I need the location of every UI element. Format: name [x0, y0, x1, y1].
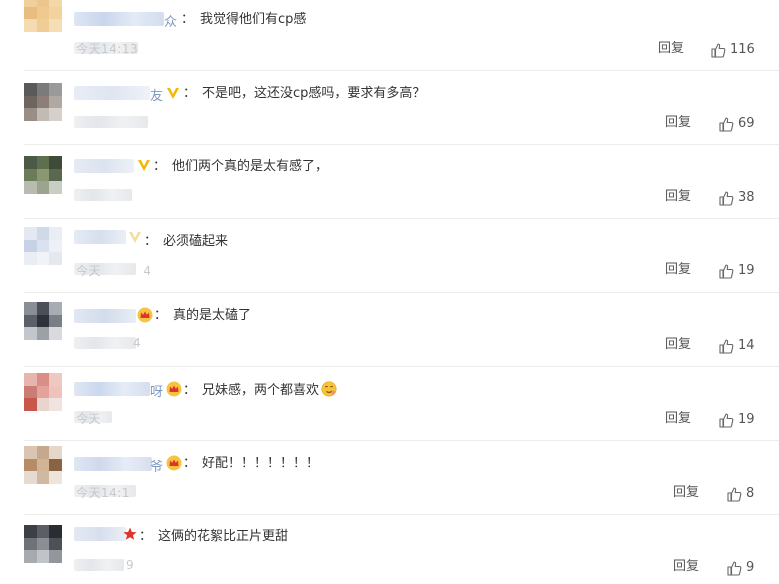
reply-button[interactable]: 回复	[665, 114, 691, 132]
comment-text: ：兄妹感，两个都喜欢	[183, 381, 337, 400]
thumbs-up-icon	[719, 339, 734, 354]
like-button[interactable]: 19	[718, 411, 755, 429]
timestamp-blurred	[74, 337, 136, 349]
like-count: 8	[746, 486, 755, 501]
like-button[interactable]: 69	[718, 115, 755, 133]
comment-item: ：真的是太磕了 4 回复 14	[0, 293, 779, 366]
reply-button[interactable]: 回复	[673, 558, 699, 576]
reply-button[interactable]: 回复	[665, 261, 691, 279]
like-button[interactable]: 116	[710, 41, 755, 59]
username-fragment[interactable]: 友	[150, 85, 163, 104]
username-fragment[interactable]: 呀	[150, 381, 163, 400]
username-blurred[interactable]	[74, 12, 164, 26]
vip-v-badge-icon	[138, 160, 150, 171]
avatar[interactable]	[24, 446, 62, 484]
reply-button[interactable]: 回复	[673, 484, 699, 502]
comment-text: ：不是吧，这还没cp感吗，要求有多高？	[183, 86, 426, 101]
timestamp-blurred	[74, 116, 148, 128]
timestamp-blurred	[74, 189, 132, 201]
reply-button[interactable]: 回复	[665, 188, 691, 206]
username-blurred[interactable]	[74, 457, 152, 471]
crown-badge-icon	[166, 455, 182, 471]
vip-v-badge-icon	[167, 88, 179, 99]
comment-text: ：必须磕起来	[144, 234, 229, 249]
comment-text: ：我觉得他们有cp感	[181, 12, 307, 27]
username-blurred[interactable]	[74, 230, 126, 244]
username-blurred[interactable]	[74, 527, 126, 541]
comment-text: ：真的是太磕了	[154, 308, 252, 323]
timestamp-fragment: 今天 4	[76, 264, 152, 278]
like-count: 38	[738, 190, 755, 205]
comment-text: ：他们两个真的是太有感了，	[153, 159, 329, 174]
username-blurred[interactable]	[74, 86, 150, 100]
comment-item: 众 ：我觉得他们有cp感 今天14:13 回复 116	[0, 0, 779, 70]
like-count: 69	[738, 116, 755, 131]
like-count: 116	[730, 42, 755, 57]
like-count: 14	[738, 338, 755, 353]
comment-text: ：好配！！！！！！！	[183, 456, 320, 471]
reply-button[interactable]: 回复	[665, 336, 691, 354]
smirk-emoji-icon	[321, 381, 337, 397]
avatar[interactable]	[24, 156, 62, 194]
comment-item: 友 ：不是吧，这还没cp感吗，要求有多高？ 回复 69	[0, 71, 779, 144]
thumbs-up-icon	[711, 43, 726, 58]
timestamp-fragment: 9	[126, 558, 135, 572]
avatar[interactable]	[24, 83, 62, 121]
vip-v-badge-icon	[129, 232, 141, 243]
timestamp-blurred	[74, 559, 124, 571]
timestamp-fragment: 4	[133, 336, 142, 350]
like-button[interactable]: 38	[718, 189, 755, 207]
like-button[interactable]: 14	[718, 337, 755, 355]
username-blurred[interactable]	[74, 159, 134, 173]
thumbs-up-icon	[727, 561, 742, 576]
thumbs-up-icon	[727, 487, 742, 502]
comment-item: 爷 ：好配！！！！！！！ 今天14:1 回复 8	[0, 441, 779, 514]
comment-text: ：这俩的花絮比正片更甜	[139, 529, 289, 544]
avatar[interactable]	[24, 227, 62, 265]
username-fragment[interactable]: 众	[164, 11, 177, 30]
timestamp-fragment: 今天14:13	[76, 42, 139, 56]
star-badge-icon	[123, 527, 137, 540]
username-blurred[interactable]	[74, 382, 150, 396]
comment-item: ：他们两个真的是太有感了， 回复 38	[0, 145, 779, 218]
username-blurred[interactable]	[74, 309, 136, 323]
crown-badge-icon	[166, 381, 182, 397]
comment-item: ：必须磕起来 今天 4 回复 19	[0, 219, 779, 292]
thumbs-up-icon	[719, 413, 734, 428]
like-count: 9	[746, 560, 755, 575]
reply-button[interactable]: 回复	[665, 410, 691, 428]
avatar[interactable]	[24, 0, 62, 32]
avatar[interactable]	[24, 302, 62, 340]
thumbs-up-icon	[719, 117, 734, 132]
timestamp-fragment: 今天	[76, 412, 102, 426]
like-count: 19	[738, 412, 755, 427]
comment-item: ：这俩的花絮比正片更甜 9 回复 9	[0, 515, 779, 584]
crown-badge-icon	[137, 307, 153, 323]
like-button[interactable]: 19	[718, 262, 755, 280]
like-button[interactable]: 8	[726, 485, 754, 503]
like-count: 19	[738, 263, 755, 278]
like-button[interactable]: 9	[726, 559, 754, 577]
thumbs-up-icon	[719, 191, 734, 206]
reply-button[interactable]: 回复	[658, 40, 684, 58]
avatar[interactable]	[24, 525, 62, 563]
thumbs-up-icon	[719, 264, 734, 279]
comment-list: 众 ：我觉得他们有cp感 今天14:13 回复 116 友 ：不是吧，这还没cp…	[0, 0, 779, 584]
timestamp-fragment: 今天14:1	[76, 486, 130, 500]
avatar[interactable]	[24, 373, 62, 411]
comment-item: 呀 ：兄妹感，两个都喜欢 今天 回复 19	[0, 367, 779, 440]
username-fragment[interactable]: 爷	[150, 456, 163, 475]
